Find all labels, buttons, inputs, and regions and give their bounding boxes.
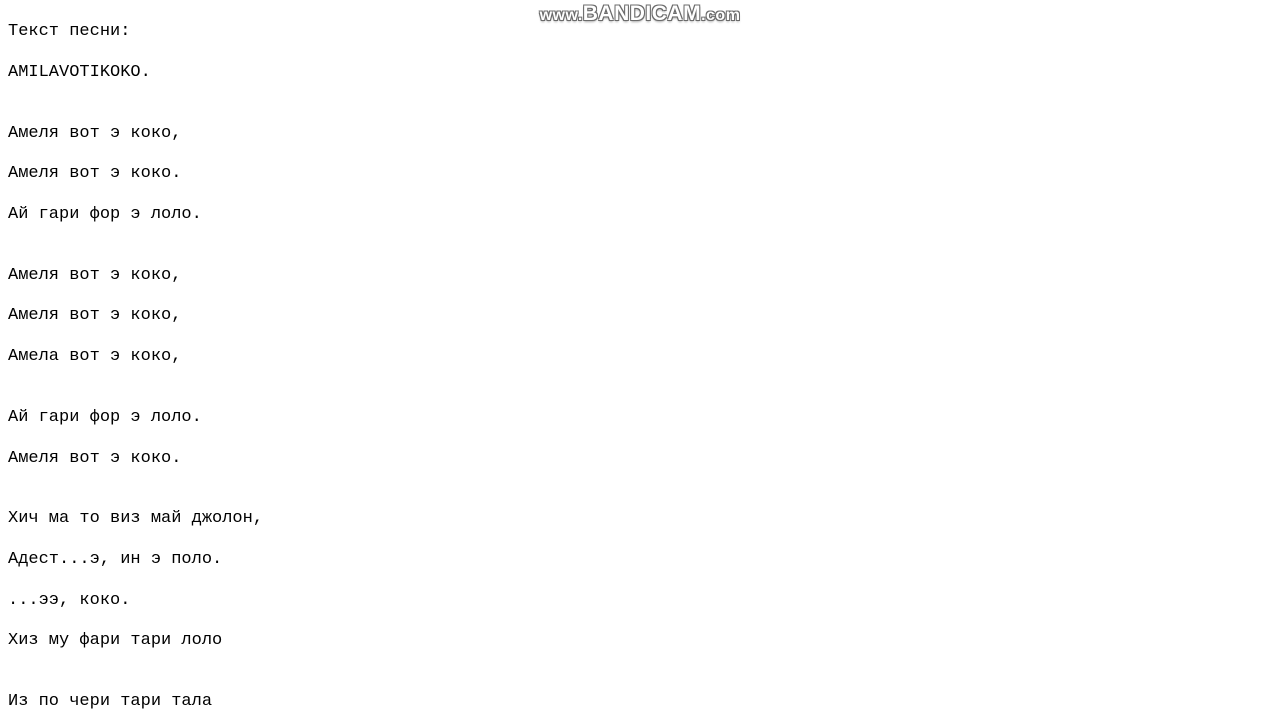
lyrics-line: Амеля вот э коко. <box>8 449 1280 469</box>
lyrics-line: Адест...э, ин э поло. <box>8 550 1280 570</box>
lyrics-line: Амеля вот э коко, <box>8 306 1280 326</box>
lyrics-header: Текст песни: <box>8 22 1280 42</box>
lyrics-line: Амеля вот э коко, <box>8 124 1280 144</box>
lyrics-line: Амеля вот э коко. <box>8 164 1280 184</box>
lyrics-line: Ай гари фор э лоло. <box>8 205 1280 225</box>
lyrics-line: Амела вот э коко, <box>8 347 1280 367</box>
lyrics-line: ...ээ, коко. <box>8 591 1280 611</box>
lyrics-line: Из по чери тари тала <box>8 692 1280 712</box>
lyrics-line: Амеля вот э коко, <box>8 266 1280 286</box>
lyrics-title: AMILAVOTIKOKO. <box>8 63 1280 83</box>
lyrics-line: Хич ма то виз май джолон, <box>8 509 1280 529</box>
lyrics-line: Хиз му фари тари лоло <box>8 631 1280 651</box>
lyrics-line: Ай гари фор э лоло. <box>8 408 1280 428</box>
lyrics-body: Текст песни: AMILAVOTIKOKO. Амеля вот э … <box>0 0 1280 720</box>
